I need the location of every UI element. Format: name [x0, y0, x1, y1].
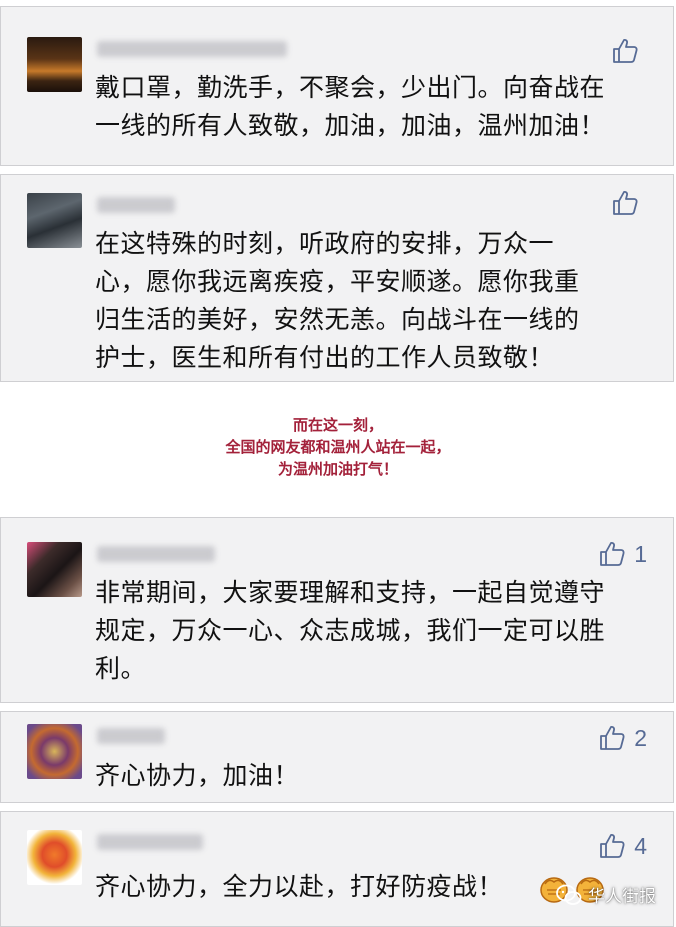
- comment-line: 归生活的美好，安然无恙。向战斗在一线的: [95, 305, 580, 334]
- comment-text: 在这特殊的时刻，听政府的安排，万众一 心，愿你我远离疾疫，平安顺遂。愿你我重 归…: [95, 225, 641, 377]
- comment-text: 齐心协力，全力以赴，打好防疫战！: [95, 868, 523, 906]
- comment-line: 心，愿你我远离疾疫，平安顺遂。愿你我重: [95, 267, 580, 296]
- comment-line: 护士，医生和所有付出的工作人员致敬！: [95, 343, 555, 372]
- thumbs-up-icon: [600, 726, 625, 750]
- comment-text: 齐心协力，加油！: [95, 757, 641, 795]
- banner-caption: 而在这一刻， 全国的网友都和温州人站在一起， 为温州加油打气！: [0, 414, 676, 480]
- comment-line: 一线的所有人致敬，加油，加油，温州加油！: [95, 111, 606, 140]
- like-button[interactable]: 1: [598, 540, 647, 568]
- banner-line: 而在这一刻，: [292, 416, 383, 434]
- comment-line: 在这特殊的时刻，听政府的安排，万众一: [95, 229, 555, 258]
- comment-line: 齐心协力，加油！: [95, 761, 300, 790]
- comment-line: 利。: [95, 654, 147, 683]
- comment-card: 在这特殊的时刻，听政府的安排，万众一 心，愿你我远离疾疫，平安顺遂。愿你我重 归…: [0, 174, 674, 382]
- comment-line: 戴口罩，勤洗手，不聚会，少出门。向奋战在: [95, 73, 606, 102]
- comment-line: 非常期间，大家要理解和支持，一起自觉遵守: [95, 578, 606, 607]
- like-count: 2: [634, 724, 647, 751]
- like-button[interactable]: 2: [598, 724, 647, 752]
- avatar[interactable]: [27, 724, 82, 779]
- thumbs-up-icon: [613, 191, 638, 215]
- like-count: 4: [634, 832, 647, 859]
- comment-card: 戴口罩，勤洗手，不聚会，少出门。向奋战在 一线的所有人致敬，加油，加油，温州加油…: [0, 6, 674, 166]
- username-blurred[interactable]: [97, 728, 165, 744]
- username-blurred[interactable]: [97, 834, 203, 850]
- like-button[interactable]: [611, 189, 647, 217]
- username-blurred[interactable]: [97, 41, 287, 57]
- like-button[interactable]: 4: [598, 832, 647, 860]
- comment-card: 1 非常期间，大家要理解和支持，一起自觉遵守 规定，万众一心、众志成城，我们一定…: [0, 517, 674, 703]
- comment-text: 非常期间，大家要理解和支持，一起自觉遵守 规定，万众一心、众志成城，我们一定可以…: [95, 574, 641, 688]
- avatar[interactable]: [27, 37, 82, 92]
- thumbs-up-icon: [600, 834, 625, 858]
- watermark-text: 华人街报: [588, 887, 656, 907]
- comment-card: 4 齐心协力，全力以赴，打好防疫战！: [0, 811, 674, 927]
- username-blurred[interactable]: [97, 197, 175, 213]
- comment-card: 2 齐心协力，加油！: [0, 711, 674, 803]
- username-blurred[interactable]: [97, 546, 215, 562]
- comment-line: 规定，万众一心、众志成城，我们一定可以胜: [95, 616, 606, 645]
- thumbs-up-icon: [613, 39, 638, 63]
- thumbs-up-icon: [600, 542, 625, 566]
- avatar[interactable]: [27, 830, 82, 885]
- banner-line: 全国的网友都和温州人站在一起，: [225, 438, 451, 456]
- comment-line: 齐心协力，全力以赴，打好防疫战！: [95, 872, 504, 901]
- watermark: 华人街报: [556, 882, 656, 907]
- comment-text: 戴口罩，勤洗手，不聚会，少出门。向奋战在 一线的所有人致敬，加油，加油，温州加油…: [95, 69, 641, 145]
- like-button[interactable]: [611, 37, 647, 65]
- avatar[interactable]: [27, 542, 82, 597]
- banner-line: 为温州加油打气！: [277, 460, 398, 478]
- like-count: 1: [634, 540, 647, 567]
- wechat-icon: [556, 884, 582, 905]
- avatar[interactable]: [27, 193, 82, 248]
